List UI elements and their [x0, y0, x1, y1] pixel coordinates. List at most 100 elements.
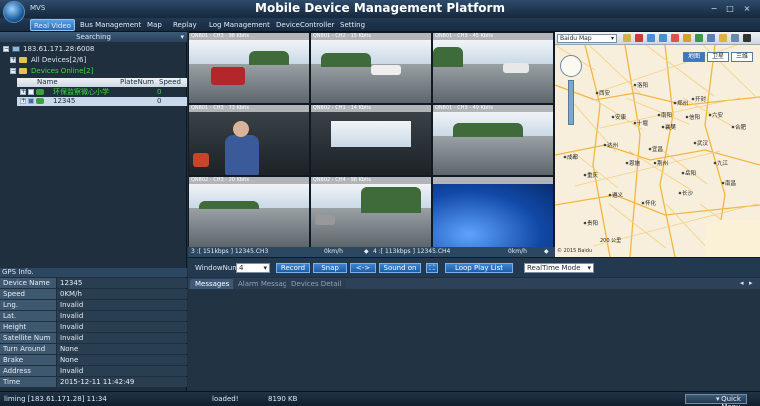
- folder-icon[interactable]: [719, 34, 727, 42]
- menu-replay[interactable]: Replay: [170, 19, 200, 31]
- tab-devices-detail[interactable]: Devices Detail: [286, 279, 347, 289]
- device-checkbox[interactable]: [28, 89, 34, 95]
- loop-play-list-button[interactable]: Loop Play List: [445, 263, 513, 273]
- pin-icon[interactable]: ▾: [180, 32, 184, 42]
- gps-row: Satellite Num Invalid: [0, 333, 187, 343]
- window-num-select[interactable]: 4 ▾: [236, 263, 270, 273]
- city-label: 达州: [607, 141, 618, 149]
- city-dot: [603, 143, 607, 147]
- realtime-mode-select[interactable]: RealTime Mode ▾: [524, 263, 594, 273]
- city-dot: [681, 171, 685, 175]
- video-caption: QN802 - CH1 - 14 Kbits: [311, 105, 431, 112]
- folder-icon: [19, 57, 27, 63]
- scene-tree: [361, 187, 421, 213]
- device-name: 环保监察微心小学: [53, 88, 109, 96]
- message-list[interactable]: [188, 289, 760, 391]
- map-canvas[interactable]: 西安郑州开封武汉 合肥长沙 南昌 重庆 成都贵阳 宜昌 襄樊 信阳 南阳 安康达州遵义怀化 岳阳 九江…: [555, 45, 760, 257]
- city-label: 岳阳: [685, 169, 696, 177]
- vehicle-icon: [36, 98, 44, 104]
- expand-icon[interactable]: +: [20, 98, 26, 104]
- all-devices-label: All Devices[2/6]: [31, 56, 87, 64]
- car-icon[interactable]: [743, 34, 751, 42]
- gps-key: Lat.: [0, 311, 56, 321]
- expand-icon[interactable]: +: [10, 57, 16, 63]
- marker-icon[interactable]: [635, 34, 643, 42]
- tree-server-node[interactable]: − 183.61.171.28:6008: [0, 44, 187, 54]
- video-cell-4[interactable]: QN801 - CH3 - 73 Kbits: [189, 105, 309, 175]
- tab-messages[interactable]: Messages: [190, 279, 235, 289]
- tree-all-devices[interactable]: + All Devices[2/6]: [0, 55, 187, 65]
- city-label: 宜昌: [652, 145, 663, 153]
- video-caption: QN801 - CH2 - 15 Kbits: [311, 33, 431, 40]
- map-pan-control[interactable]: [560, 55, 582, 77]
- dropdown-arrow-icon[interactable]: ◆: [544, 247, 549, 257]
- scroll-left-icon[interactable]: ◂: [740, 279, 744, 287]
- fullscreen-icon[interactable]: ⛶: [426, 263, 438, 273]
- scene-tree: [453, 123, 523, 137]
- map-zoom-slider[interactable]: [568, 80, 574, 125]
- chevron-down-icon: ▾: [587, 264, 591, 272]
- video-cell-3[interactable]: QN801 - CH3 - 45 Kbits: [433, 33, 553, 103]
- window-num-value: 4: [239, 264, 244, 272]
- video-cell-2[interactable]: QN801 - CH2 - 15 Kbits: [311, 33, 431, 103]
- video-cell-5[interactable]: QN802 - CH1 - 14 Kbits: [311, 105, 431, 175]
- flag-icon[interactable]: [683, 34, 691, 42]
- tree-devices-online[interactable]: − Devices Online[2]: [0, 66, 187, 76]
- col-name[interactable]: Name: [37, 78, 58, 87]
- sound-on-button[interactable]: Sound on: [379, 263, 421, 273]
- col-speed[interactable]: Speed: [159, 78, 181, 87]
- swap-button[interactable]: <->: [350, 263, 376, 273]
- city-dot: [633, 83, 637, 87]
- map-layer-button[interactable]: 地图: [683, 52, 705, 62]
- collapse-icon[interactable]: −: [10, 68, 16, 74]
- search-icon[interactable]: [647, 34, 655, 42]
- city-dot: [625, 161, 629, 165]
- close-button[interactable]: ×: [741, 3, 753, 14]
- menu-map[interactable]: Map: [144, 19, 165, 31]
- collapse-icon[interactable]: −: [3, 46, 9, 52]
- move-icon[interactable]: [707, 34, 715, 42]
- vehicle-icon: [36, 89, 44, 95]
- snap-button[interactable]: Snap: [313, 263, 347, 273]
- expand-icon[interactable]: +: [20, 89, 26, 95]
- menu-bus-management[interactable]: Bus Management: [77, 19, 144, 31]
- gps-row: Brake None: [0, 355, 187, 365]
- col-platenum[interactable]: PlateNum: [120, 78, 154, 87]
- video-cell-1[interactable]: QN801 - CH3 - 98 Kbits: [189, 33, 309, 103]
- minimize-button[interactable]: −: [708, 3, 720, 14]
- video-cell-9[interactable]: [433, 177, 553, 247]
- video-cell-8[interactable]: QN802 - CH4 - 98 Kbits: [311, 177, 431, 247]
- city-label: 长沙: [682, 189, 694, 197]
- zoom-in-icon[interactable]: [659, 34, 667, 42]
- device-row[interactable]: + 环保监察微心小学 0: [17, 88, 187, 97]
- gps-row: Lng. Invalid: [0, 300, 187, 310]
- device-row-selected[interactable]: + 12345 0: [17, 97, 187, 106]
- map-layer-button[interactable]: 卫星: [707, 52, 729, 62]
- map-scale: 200 公里: [600, 238, 622, 244]
- route-icon[interactable]: [695, 34, 703, 42]
- city-dot: [583, 221, 587, 225]
- menu-device-controller[interactable]: DeviceController: [273, 19, 337, 31]
- scroll-right-icon[interactable]: ▸: [749, 279, 753, 287]
- server-address: 183.61.171.28:6008: [23, 45, 95, 53]
- record-button[interactable]: Record: [276, 263, 310, 273]
- map-provider-select[interactable]: Baidu Map ▾: [557, 34, 617, 43]
- menu-real-video[interactable]: Real Video: [30, 19, 75, 31]
- device-checkbox[interactable]: [28, 98, 34, 104]
- city-label: 九江: [717, 159, 729, 167]
- gps-row: Turn Around None: [0, 344, 187, 354]
- location-icon[interactable]: [671, 34, 679, 42]
- menu-setting[interactable]: Setting: [337, 19, 368, 31]
- video-cell-7[interactable]: QN802 - CH3 - 20 Kbits: [189, 177, 309, 247]
- fullscreen-icon[interactable]: [731, 34, 739, 42]
- video-cell-6[interactable]: QN801 - CH3 - 49 Kbits: [433, 105, 553, 175]
- scene-tree: [321, 53, 371, 67]
- menu-log-management[interactable]: Log Management: [206, 19, 273, 31]
- pencil-icon[interactable]: [623, 34, 631, 42]
- dropdown-arrow-icon[interactable]: ◆: [364, 247, 369, 257]
- search-bar[interactable]: Searching ▾: [0, 32, 187, 42]
- map-layer-button[interactable]: 三维: [731, 52, 753, 62]
- maximize-button[interactable]: □: [724, 3, 736, 14]
- gps-value: None: [57, 355, 187, 365]
- quick-menu-button[interactable]: Quick Menu ▾: [685, 394, 747, 406]
